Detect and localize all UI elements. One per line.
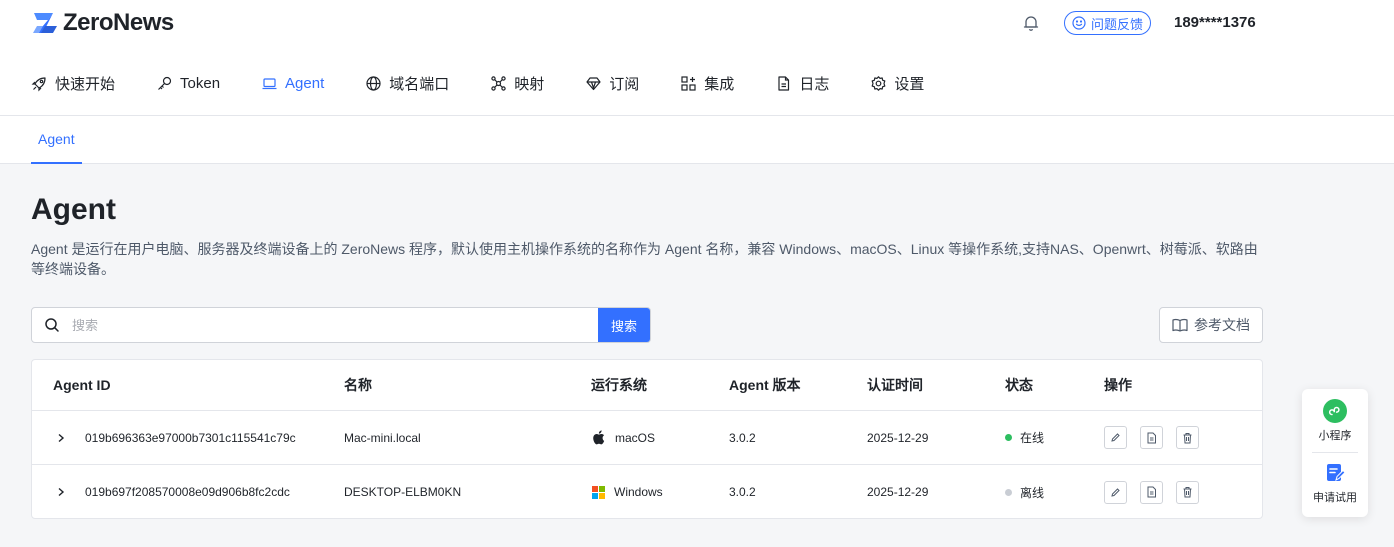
laptop-icon <box>262 77 277 89</box>
file-icon <box>1147 486 1156 498</box>
apple-icon <box>593 430 605 445</box>
agent-name: DESKTOP-ELBM0KN <box>344 485 462 499</box>
nav-settings[interactable]: 设置 <box>870 73 924 94</box>
nav-mapping[interactable]: 映射 <box>490 73 544 94</box>
logo[interactable]: ZeroNews <box>31 9 174 37</box>
search-button[interactable]: 搜索 <box>598 308 650 342</box>
search-input[interactable] <box>72 308 598 342</box>
status-dot-offline <box>1005 488 1012 496</box>
table-header: Agent ID 名称 运行系统 Agent 版本 认证时间 状态 操作 <box>32 360 1262 411</box>
col-name: 名称 <box>344 377 372 393</box>
user-account[interactable]: 189****1376 <box>1174 14 1256 31</box>
grid-plus-icon <box>681 75 696 91</box>
table-row: 019b696363e97000b7301c115541c79c Mac-min… <box>32 411 1262 465</box>
col-version: Agent 版本 <box>729 377 801 393</box>
key-icon <box>158 76 172 90</box>
page-description: Agent 是运行在用户电脑、服务器及终端设备上的 ZeroNews 程序，默认… <box>31 241 1258 277</box>
agent-id: 019b697f208570008e09d906b8fc2cdc <box>85 485 290 499</box>
sub-tab-bar: Agent <box>0 116 1394 164</box>
search-box: 搜索 <box>31 307 651 343</box>
pencil-icon <box>1111 487 1120 497</box>
floating-panel: 小程序 申请试用 <box>1302 389 1368 517</box>
auth-time: 2025-12-29 <box>867 430 929 445</box>
chevron-right-icon <box>58 433 65 442</box>
page-title: Agent <box>31 193 116 226</box>
agent-id: 019b696363e97000b7301c115541c79c <box>85 430 296 445</box>
apply-trial-button[interactable]: 申请试用 <box>1302 461 1368 505</box>
status-dot-online <box>1005 434 1012 441</box>
col-agent-id: Agent ID <box>53 377 111 393</box>
table-row: 019b697f208570008e09d906b8fc2cdc DESKTOP… <box>32 465 1262 519</box>
col-os: 运行系统 <box>591 377 647 393</box>
status-badge: 在线 <box>1005 411 1044 464</box>
trash-icon <box>1183 487 1192 498</box>
chevron-right-icon <box>58 487 65 497</box>
edit-button[interactable] <box>1104 480 1127 504</box>
agent-os: macOS <box>591 411 655 464</box>
nav-domain-port[interactable]: 域名端口 <box>365 73 449 94</box>
bell-icon[interactable] <box>1022 14 1040 32</box>
reference-docs-button[interactable]: 参考文档 <box>1159 307 1263 343</box>
miniprogram-icon <box>1323 399 1347 423</box>
tab-agent[interactable]: Agent <box>31 116 82 164</box>
network-icon <box>491 75 506 91</box>
expand-row-button[interactable] <box>56 411 66 464</box>
pencil-icon <box>1111 433 1120 442</box>
nav-agent[interactable]: Agent <box>261 75 324 92</box>
nav-integration[interactable]: 集成 <box>680 73 734 94</box>
agent-os: Windows <box>591 465 663 519</box>
agent-name: Mac-mini.local <box>344 430 421 445</box>
edit-form-icon <box>1327 464 1346 481</box>
top-bar: ZeroNews 问题反馈 189****1376 快速开始 Token Age… <box>0 0 1394 116</box>
divider <box>1312 452 1358 453</box>
edit-button[interactable] <box>1104 426 1127 449</box>
miniprogram-button[interactable]: 小程序 <box>1302 399 1368 443</box>
auth-time: 2025-12-29 <box>867 485 929 499</box>
smile-icon <box>1072 16 1086 30</box>
main-nav: 快速开始 Token Agent 域名端口 映射 订阅 集成 日志 设置 <box>31 72 965 94</box>
col-actions: 操作 <box>1104 377 1132 393</box>
globe-icon <box>366 75 381 91</box>
row-actions <box>1104 411 1204 464</box>
feedback-button[interactable]: 问题反馈 <box>1064 11 1151 35</box>
diamond-icon <box>586 76 601 90</box>
trash-icon <box>1183 432 1192 443</box>
status-badge: 离线 <box>1005 465 1044 519</box>
nav-logs[interactable]: 日志 <box>775 73 829 94</box>
agent-table: Agent ID 名称 运行系统 Agent 版本 认证时间 状态 操作 019… <box>31 359 1263 519</box>
zeronews-logo-icon <box>33 13 57 33</box>
feedback-label: 问题反馈 <box>1090 16 1143 32</box>
brand-name: ZeroNews <box>63 9 174 36</box>
logs-button[interactable] <box>1140 426 1163 449</box>
rocket-icon <box>31 76 46 91</box>
nav-subscription[interactable]: 订阅 <box>585 73 639 94</box>
delete-button[interactable] <box>1176 426 1199 449</box>
delete-button[interactable] <box>1176 480 1199 504</box>
logs-button[interactable] <box>1140 480 1163 504</box>
book-icon <box>1172 318 1188 332</box>
agent-version: 3.0.2 <box>729 430 756 445</box>
document-icon <box>778 75 790 91</box>
col-status: 状态 <box>1005 377 1033 393</box>
nav-token[interactable]: Token <box>156 75 220 92</box>
expand-row-button[interactable] <box>56 465 66 519</box>
gear-icon <box>871 75 886 91</box>
file-icon <box>1147 432 1156 443</box>
agent-version: 3.0.2 <box>729 485 756 499</box>
nav-quickstart[interactable]: 快速开始 <box>31 73 115 94</box>
col-auth-time: 认证时间 <box>867 377 923 393</box>
row-actions <box>1104 465 1204 519</box>
search-icon <box>32 308 72 342</box>
windows-icon <box>592 485 605 499</box>
